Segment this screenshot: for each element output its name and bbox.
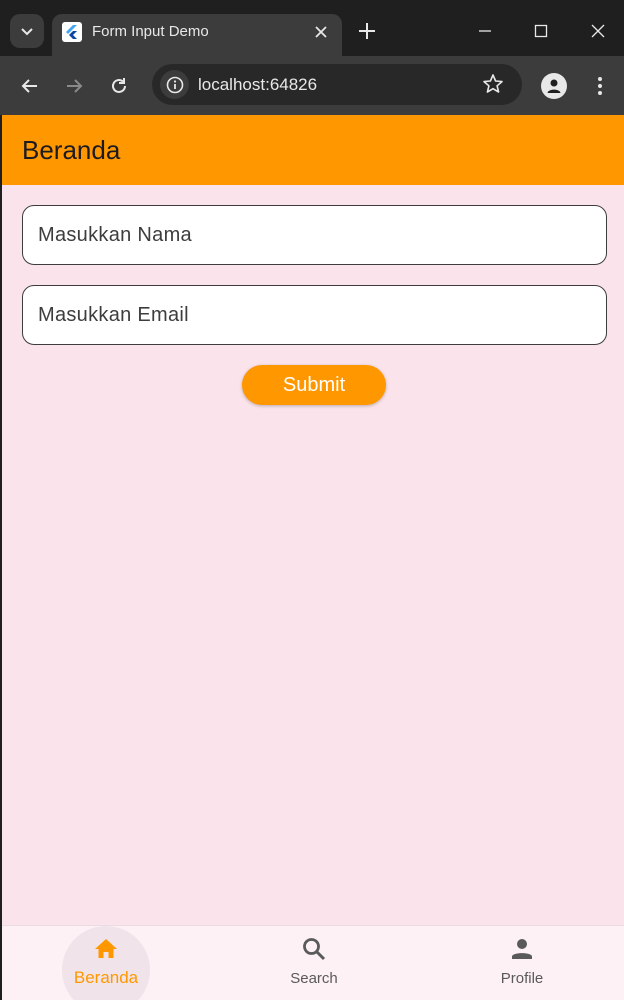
maximize-icon [534,24,548,38]
bookmark-star-icon[interactable] [482,73,504,95]
nav-label-beranda: Beranda [73,968,139,987]
name-input[interactable] [23,206,606,264]
home-icon [95,939,117,958]
search-icon [303,938,326,961]
forward-button[interactable] [61,73,87,99]
minimize-icon [479,30,491,32]
reload-button[interactable] [106,73,132,99]
name-field[interactable] [22,205,607,265]
arrow-left-icon [21,79,37,93]
info-icon [166,76,183,93]
address-bar[interactable]: localhost:64826 [152,64,522,105]
tab-search-button[interactable] [10,14,44,48]
browser-toolbar: localhost:64826 [0,56,624,115]
nav-item-beranda[interactable]: Beranda [46,926,166,1000]
chevron-down-icon [21,28,33,36]
arrow-right-icon [67,79,83,93]
nav-item-profile[interactable]: Profile [462,926,582,1000]
back-button[interactable] [17,73,43,99]
minimize-button[interactable] [472,18,498,44]
more-vert-icon [598,77,602,95]
site-info-button[interactable] [160,70,189,99]
close-tab-icon[interactable] [312,23,330,41]
new-tab-icon[interactable] [356,20,378,42]
app-bar: Beranda [2,115,624,185]
profile-avatar-button[interactable] [541,73,567,99]
bottom-navigation-bar: Beranda Search Profile [2,925,624,1000]
email-field[interactable] [22,285,607,345]
browser-menu-button[interactable] [590,73,610,99]
close-icon [591,24,605,38]
nav-label-search: Search [290,970,338,987]
nav-label-profile: Profile [500,970,544,987]
close-window-button[interactable] [585,18,611,44]
url-text: localhost:64826 [198,75,318,94]
reload-icon [112,78,126,93]
app-viewport: Beranda Submit Beranda Search Profile [2,115,624,1000]
browser-tabstrip: Form Input Demo [0,0,624,56]
person-icon [512,939,532,959]
email-input[interactable] [23,286,606,344]
flutter-favicon-icon [62,22,82,42]
submit-button[interactable]: Submit [242,365,386,405]
browser-tab[interactable]: Form Input Demo [52,14,342,56]
page-title: Beranda [22,135,121,165]
nav-item-search[interactable]: Search [254,926,374,1000]
tab-title: Form Input Demo [92,23,209,40]
maximize-button[interactable] [528,18,554,44]
account-icon [547,79,561,93]
